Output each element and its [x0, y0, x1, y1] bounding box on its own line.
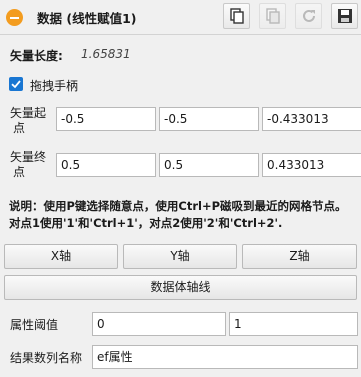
- copy-icon: [230, 8, 244, 24]
- help-note: 说明：使用P键选择随意点，使用Ctrl+P磁吸到最近的网格节点。对点1使用'1'…: [9, 199, 347, 230]
- start-point-label: 矢量起 点: [10, 106, 47, 135]
- refresh-button[interactable]: [295, 3, 322, 29]
- z-axis-button[interactable]: Z轴: [242, 244, 357, 269]
- vector-length-value: 1.65831: [81, 47, 131, 61]
- save-icon: [338, 9, 352, 23]
- result-name-input[interactable]: ef属性: [92, 345, 358, 369]
- threshold-max-input[interactable]: 1: [229, 312, 358, 336]
- end-z-input[interactable]: 0.433013: [262, 153, 361, 177]
- copy-button[interactable]: [223, 3, 250, 29]
- data-axis-button[interactable]: 数据体轴线: [4, 275, 357, 300]
- header-divider: [0, 34, 361, 35]
- end-y-input[interactable]: 0.5: [159, 153, 259, 177]
- start-y-input[interactable]: -0.5: [159, 107, 259, 131]
- panel-title: 数据 (线性赋值1): [37, 11, 137, 26]
- result-name-label: 结果数列名称: [10, 351, 83, 365]
- drag-handle-label: 拖拽手柄: [30, 79, 79, 93]
- end-x-input[interactable]: 0.5: [56, 153, 156, 177]
- start-z-input[interactable]: -0.433013: [262, 107, 361, 131]
- x-axis-button[interactable]: X轴: [4, 244, 118, 269]
- start-x-input[interactable]: -0.5: [56, 107, 156, 131]
- check-icon: [11, 80, 21, 89]
- threshold-min-input[interactable]: 0: [92, 312, 226, 336]
- threshold-label: 属性阈值: [10, 318, 59, 332]
- paste-icon: [266, 8, 280, 24]
- collapse-icon[interactable]: [6, 9, 23, 26]
- save-button[interactable]: [331, 3, 358, 29]
- y-axis-button[interactable]: Y轴: [123, 244, 237, 269]
- end-point-label: 矢量终 点: [10, 150, 47, 179]
- paste-button[interactable]: [259, 3, 286, 29]
- vector-length-label: 矢量长度:: [10, 49, 63, 63]
- refresh-icon: [303, 9, 315, 22]
- drag-handle-checkbox[interactable]: [9, 77, 23, 91]
